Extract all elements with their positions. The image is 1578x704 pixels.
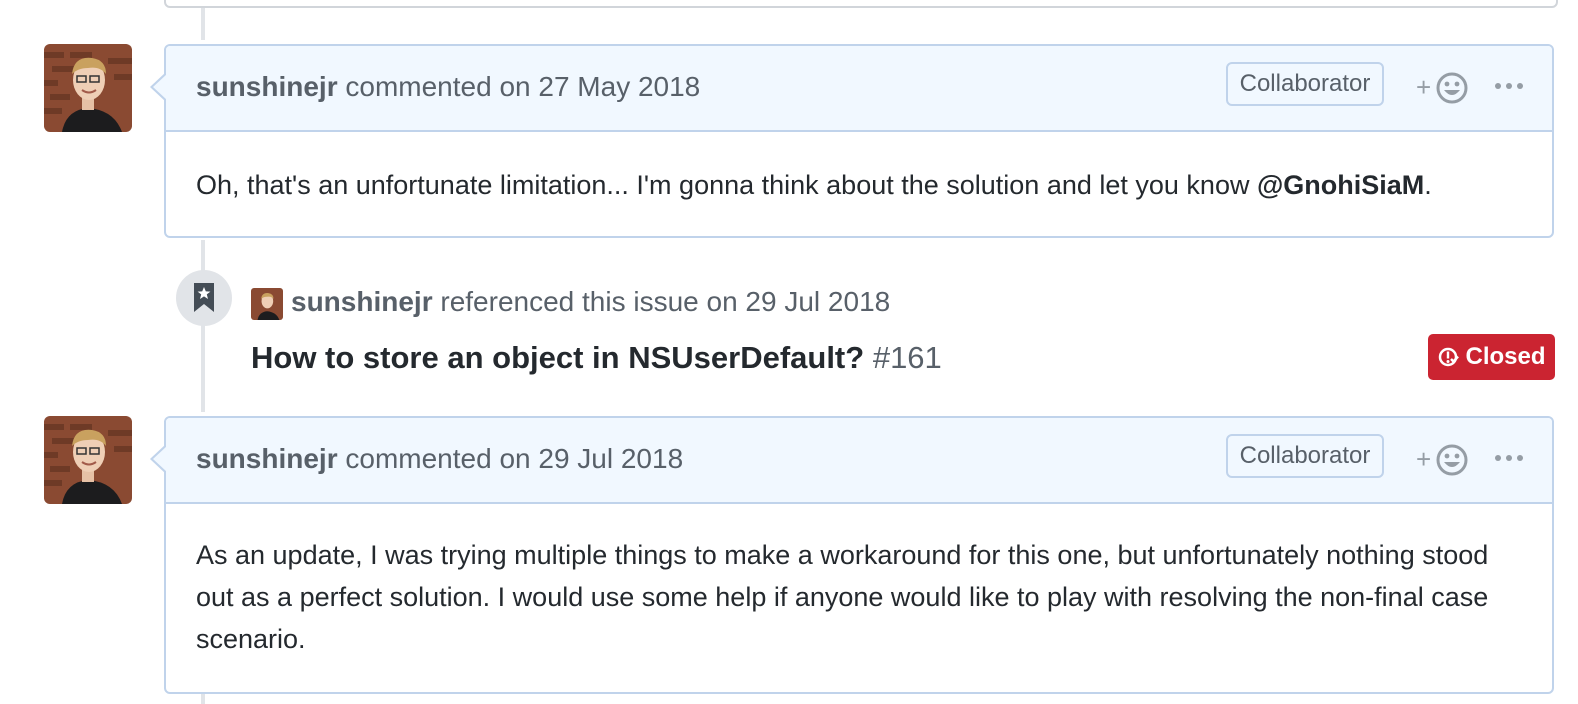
timeline-badge [176, 270, 232, 326]
collaborator-badge: Collaborator [1226, 62, 1384, 106]
collaborator-badge: Collaborator [1226, 434, 1384, 478]
comment-text: As an update, I was trying multiple thin… [196, 540, 1489, 654]
issue-number[interactable]: #161 [873, 340, 942, 375]
avatar[interactable] [44, 44, 132, 132]
add-reaction-button[interactable]: + [1416, 442, 1472, 478]
user-mention-link[interactable]: @GnohiSiaM [1257, 170, 1424, 200]
bookmark-icon [194, 283, 214, 312]
comment-card: sunshinejr commented on 27 May 2018 Coll… [150, 44, 1554, 238]
reference-meta: sunshinejr referenced this issue on 29 J… [291, 286, 890, 318]
kebab-horizontal-icon [1495, 83, 1523, 89]
reference-author[interactable]: sunshinejr [291, 286, 433, 317]
comment-action[interactable]: commented on 27 May 2018 [345, 71, 700, 102]
more-options-button[interactable] [1494, 76, 1524, 96]
comment-text-end: . [1424, 170, 1432, 200]
comment-body: Oh, that's an unfortunate limitation... … [166, 132, 1552, 206]
comment-card: sunshinejr commented on 29 Jul 2018 Coll… [150, 416, 1554, 694]
issue-title[interactable]: How to store an object in NSUserDefault? [251, 340, 864, 375]
comment-action[interactable]: commented on 29 Jul 2018 [345, 443, 683, 474]
timeline-line [201, 694, 205, 704]
comment-meta: sunshinejr commented on 29 Jul 2018 [196, 443, 683, 475]
add-reaction-button[interactable]: + [1416, 70, 1472, 106]
reference-action[interactable]: referenced this issue on 29 Jul 2018 [440, 286, 890, 317]
ref-avatar[interactable] [251, 288, 283, 320]
comment-header: sunshinejr commented on 29 Jul 2018 Coll… [166, 418, 1552, 504]
svg-text:+: + [1416, 444, 1431, 474]
kebab-horizontal-icon [1495, 455, 1523, 461]
timeline-line [201, 8, 205, 40]
comment-header: sunshinejr commented on 27 May 2018 Coll… [166, 46, 1552, 132]
comment-author[interactable]: sunshinejr [196, 443, 338, 474]
comment-text: Oh, that's an unfortunate limitation... … [196, 170, 1257, 200]
more-options-button[interactable] [1494, 448, 1524, 468]
comment-meta: sunshinejr commented on 27 May 2018 [196, 71, 700, 103]
comment-author[interactable]: sunshinejr [196, 71, 338, 102]
smiley-icon: + [1416, 444, 1468, 476]
smiley-icon: + [1416, 72, 1468, 104]
status-label: Closed [1465, 343, 1546, 370]
avatar[interactable] [44, 416, 132, 504]
comment-body: As an update, I was trying multiple thin… [166, 504, 1552, 660]
referenced-issue-link[interactable]: How to store an object in NSUserDefault?… [251, 340, 942, 376]
issue-closed-icon [1439, 347, 1460, 367]
previous-comment-box [164, 0, 1558, 8]
svg-text:+: + [1416, 72, 1431, 102]
status-badge: Closed [1428, 334, 1555, 380]
